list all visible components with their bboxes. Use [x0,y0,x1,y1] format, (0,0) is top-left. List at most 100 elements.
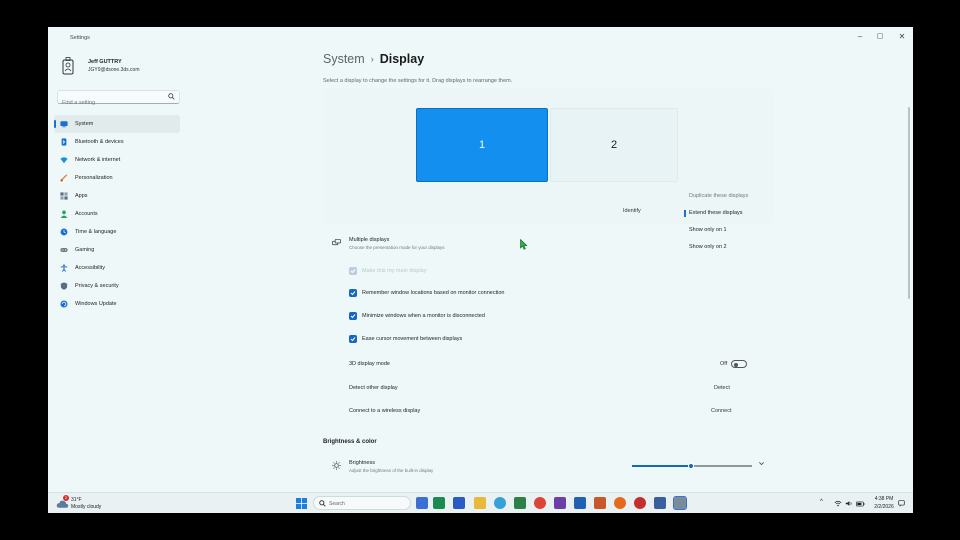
teams-icon[interactable] [554,497,566,509]
user-profile[interactable]: Jeff GUTTRY JGY9@dsone.3ds.com [60,55,220,85]
outlook-icon[interactable] [574,497,586,509]
sidebar-item-personalization[interactable]: Personalization [54,169,180,187]
brush-icon [60,174,68,182]
sidebar-item-bluetooth[interactable]: Bluetooth & devices [54,133,180,151]
chevron-down-icon[interactable] [758,460,765,467]
sidebar-item-label: Network & internet [75,157,121,163]
page-subtitle: Select a display to change the settings … [323,78,513,84]
brightness-slider[interactable] [632,462,752,469]
word-icon[interactable] [453,497,465,509]
battery-icon[interactable] [856,501,865,507]
sidebar-item-label: Personalization [75,175,113,181]
remember-window-option[interactable]: Remember window locations based on monit… [349,287,504,299]
ease-cursor-checkbox[interactable] [349,335,357,343]
sidebar-item-privacy[interactable]: Privacy & security [54,277,180,295]
notification-icon[interactable] [898,500,905,507]
person-icon [60,210,68,218]
detect-button[interactable]: Detect [714,385,730,391]
minimize-windows-option[interactable]: Minimize windows when a monitor is disco… [349,310,485,322]
sidebar-item-label: Bluetooth & devices [75,139,124,145]
multiple-displays-header[interactable]: Multiple displays Choose the presentatio… [330,234,630,254]
sidebar-item-accounts[interactable]: Accounts [54,205,180,223]
sidebar-item-label: Accounts [75,211,98,217]
breadcrumb-system-link[interactable]: System [323,52,365,66]
tray-chevron-icon[interactable]: ^ [820,499,823,505]
app-title: Settings [70,35,90,41]
close-button[interactable]: ✕ [892,30,912,44]
sidebar-item-label: Gaming [75,247,95,253]
sidebar-item-time-language[interactable]: Time & language [54,223,180,241]
task-view-icon[interactable] [416,497,428,509]
monitor-2-number: 2 [610,139,618,151]
maximize-button[interactable]: ▢ [870,30,890,44]
checkmark-icon [350,314,356,319]
volume-icon[interactable] [845,500,853,507]
user-email: JGY9@dsone.3ds.com [88,67,140,73]
update-icon [60,300,68,308]
sidebar-item-system[interactable]: System [54,115,180,133]
checkmark-icon [350,269,356,274]
detect-display-row: Detect other display Detect [349,383,759,395]
breadcrumb-separator: › [370,54,374,64]
sidebar-item-label: Accessibility [75,265,105,271]
display-3d-toggle-group[interactable]: Off [720,360,748,368]
sidebar-item-windows-update[interactable]: Windows Update [54,295,180,313]
brightness-color-heading: Brightness & color [323,439,377,445]
sidebar-item-network[interactable]: Network & internet [54,151,180,169]
user-name: Jeff GUTTRY [88,59,122,65]
minimize-windows-checkbox[interactable] [349,312,357,320]
remember-window-label: Remember window locations based on monit… [362,290,505,296]
settings-window: Settings – ▢ ✕ Jeff GUTTRY JGY9@dsone.3d… [48,27,913,513]
snip-tool-icon[interactable] [654,497,666,509]
bluetooth-icon [61,138,67,146]
display-3d-toggle[interactable] [731,360,748,368]
sidebar-item-label: Apps [75,193,88,199]
windows-start-icon[interactable] [296,498,307,509]
multiple-displays-icon [332,239,341,246]
minimize-button[interactable]: – [850,30,870,44]
chrome-icon[interactable] [534,497,546,509]
ease-cursor-label: Ease cursor movement between displays [362,336,463,342]
menu-item-duplicate[interactable]: Duplicate these displays [683,189,763,206]
display-3d-label: 3D display mode [349,361,390,367]
monitor-1-number: 1 [478,139,486,151]
weather-widget[interactable]: 2 31°F Mostly cloudy [56,495,116,512]
ease-cursor-option[interactable]: Ease cursor movement between displays [349,333,462,345]
search-input[interactable] [58,97,158,109]
catia-icon[interactable] [594,497,606,509]
sidebar-item-apps[interactable]: Apps [54,187,180,205]
wifi-icon[interactable] [834,500,842,507]
app-icon[interactable] [634,497,646,509]
firefox-icon[interactable] [614,497,626,509]
checkmark-icon [350,291,356,296]
sidebar-item-label: System [75,121,94,127]
identify-button[interactable]: Identify [623,208,641,214]
edge-icon[interactable] [494,497,506,509]
file-explorer-icon[interactable] [474,497,486,509]
sidebar-nav: System Bluetooth & devices Network & int… [54,115,180,313]
taskbar-search[interactable]: Search [313,496,411,510]
settings-gear-icon[interactable] [673,496,687,510]
weather-desc: Mostly cloudy [71,504,102,510]
menu-item-extend[interactable]: Extend these displays [683,206,763,223]
multiple-displays-title: Multiple displays [349,237,390,243]
wifi-icon [60,157,68,164]
connect-button[interactable]: Connect [711,408,732,414]
excel-icon[interactable] [433,497,445,509]
brightness-slider-thumb[interactable] [687,462,694,469]
main-scrollbar[interactable] [908,107,910,299]
menu-item-show-only-2[interactable]: Show only on 2 [683,240,763,257]
monitor-2[interactable]: 2 [550,108,678,182]
gamepad-icon [60,248,68,252]
app-icon[interactable] [514,497,526,509]
settings-search[interactable] [57,90,180,109]
brightness-desc: Adjust the brightness of the built-in di… [349,468,434,473]
remember-window-checkbox[interactable] [349,289,357,297]
taskbar-clock[interactable]: 4:38 PM 2/2/2026 [868,495,900,511]
display-3d-state: Off [720,361,728,367]
sidebar-item-accessibility[interactable]: Accessibility [54,259,180,277]
sidebar-item-label: Windows Update [75,301,117,307]
menu-item-show-only-1[interactable]: Show only on 1 [683,223,763,240]
monitor-1[interactable]: 1 [416,108,548,182]
sidebar-item-gaming[interactable]: Gaming [54,241,180,259]
